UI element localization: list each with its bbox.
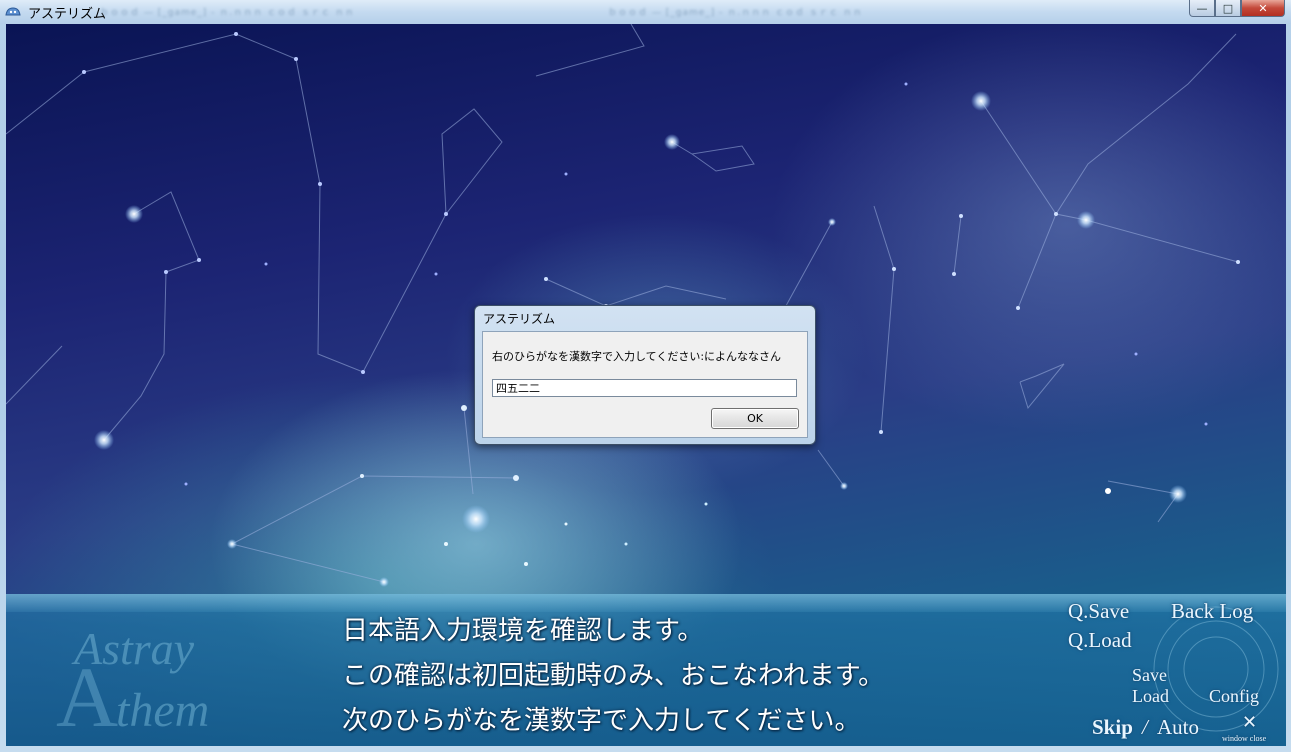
ok-button[interactable]: OK [711, 408, 799, 429]
window-title: アステリズム [28, 7, 107, 22]
auto-button[interactable]: Auto [1157, 715, 1199, 740]
skip-auto-separator: / [1142, 715, 1148, 739]
app-window: アステリズム ｂｏｏｄ — [_game_] - ｎ.ｎｎｎ ｃｏｄ ｓｒｃ ｎ… [0, 0, 1291, 752]
message-line-1: 日本語入力環境を確認します。 [342, 616, 704, 646]
quick-save-button[interactable]: Q.Save [1068, 599, 1129, 624]
dialog-prompt: 右のひらがなを漢数字で入力してください:によんななさん [492, 350, 782, 363]
maximize-button[interactable]: □ [1215, 0, 1241, 17]
close-icon: ✕ [1258, 1, 1268, 15]
skip-button[interactable]: Skip [1092, 715, 1133, 740]
close-button[interactable]: ✕ [1241, 0, 1285, 17]
window-close-label[interactable]: window close [1222, 734, 1266, 743]
kanji-number-input[interactable] [492, 379, 797, 397]
svg-text:A: A [56, 649, 118, 736]
window-close-icon[interactable]: ✕ [1242, 712, 1257, 733]
minimize-icon: — [1196, 1, 1208, 15]
window-controls: — □ ✕ [1189, 0, 1285, 18]
ghost-tab-text: ｂｏｏｄ — [_game_] - ｎ.ｎｎｎ ｃｏｄ ｓｒｃ ｎｎ [100, 8, 355, 18]
title-bar[interactable]: アステリズム ｂｏｏｄ — [_game_] - ｎ.ｎｎｎ ｃｏｄ ｓｒｃ ｎ… [0, 0, 1291, 24]
save-button[interactable]: Save [1132, 665, 1167, 686]
dialog-content: 右のひらがなを漢数字で入力してください:によんななさん OK [482, 331, 808, 438]
astray-athem-logo: Astray A them [56, 623, 209, 736]
back-log-button[interactable]: Back Log [1171, 599, 1253, 624]
kanji-input-dialog: アステリズム 右のひらがなを漢数字で入力してください:によんななさん OK [474, 305, 816, 445]
message-line-2: この確認は初回起動時のみ、おこなわれます。 [342, 661, 885, 691]
svg-text:them: them [116, 684, 209, 736]
dialog-title: アステリズム [483, 312, 556, 326]
quick-load-button[interactable]: Q.Load [1068, 628, 1132, 653]
minimize-button[interactable]: — [1189, 0, 1215, 17]
message-line-3: 次のひらがなを漢数字で入力してください。 [342, 706, 861, 736]
ghost-tab-text: ｂｏｏｄ — [_game_] - ｎ.ｎｎｎ ｃｏｄ ｓｒｃ ｎｎ [608, 8, 863, 18]
maximize-icon: □ [1222, 1, 1234, 15]
app-icon [5, 7, 21, 16]
load-button[interactable]: Load [1132, 686, 1169, 707]
config-button[interactable]: Config [1209, 686, 1259, 707]
